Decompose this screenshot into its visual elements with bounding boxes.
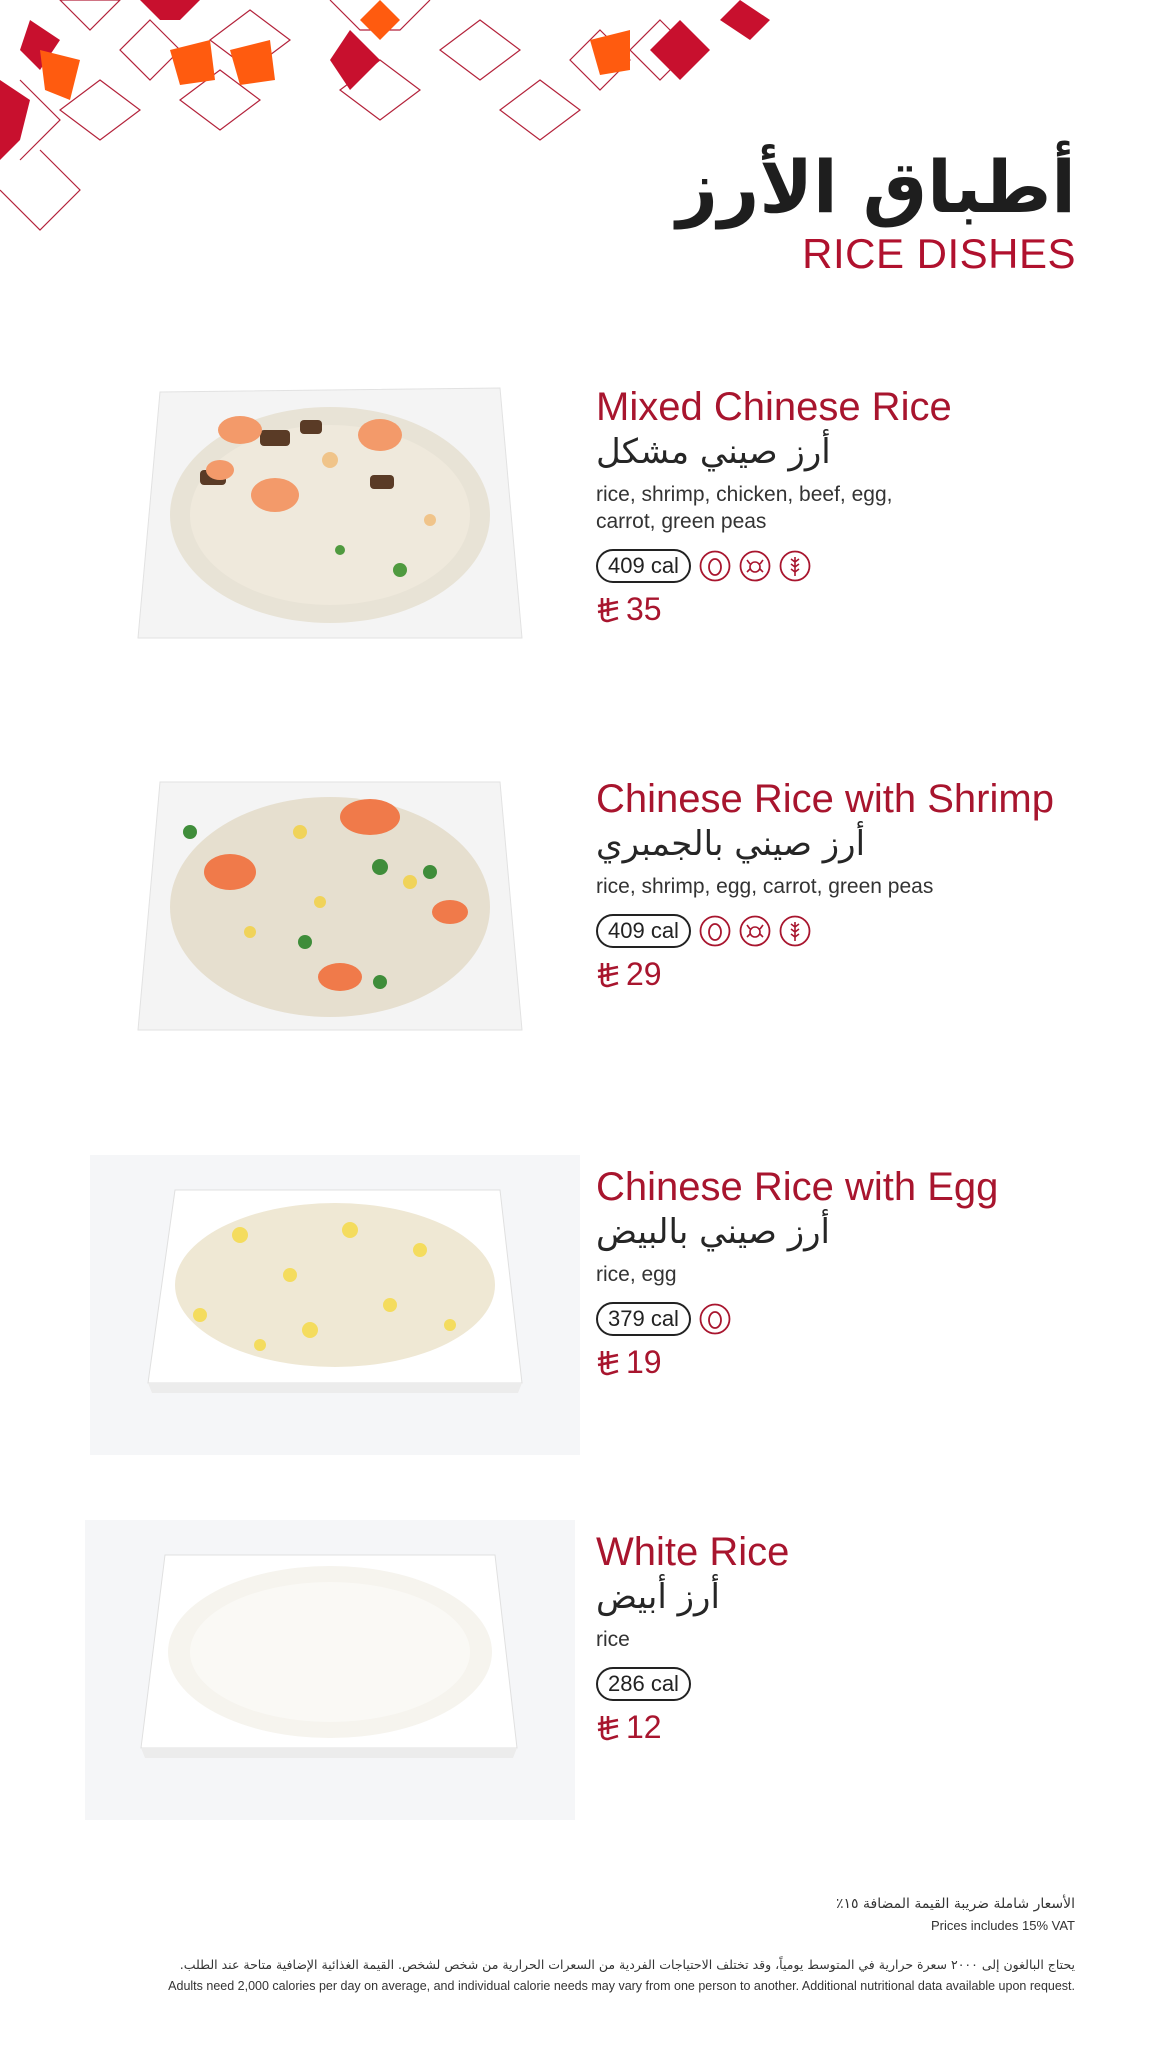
item-description: rice — [596, 1628, 630, 1651]
menu-item[interactable]: Chinese Rice with Egg أرز صيني بالبيض ri… — [0, 1155, 1151, 1485]
page-heading: أطباق الأرز RICE DISHES — [676, 145, 1076, 278]
menu-item[interactable]: White Rice أرز أبيض rice 286 cal 12 — [0, 1520, 1151, 1850]
vat-note-arabic: الأسعار شاملة ضريبة القيمة المضافة ١٥٪ — [835, 1896, 1075, 1912]
calorie-badge: 409 cal — [596, 549, 691, 583]
egg-allergen-icon — [699, 915, 731, 947]
heading-english: RICE DISHES — [802, 229, 1076, 277]
calorie-badge: 286 cal — [596, 1667, 691, 1701]
riyal-symbol-icon — [597, 597, 619, 622]
item-name-arabic: أرز صيني بالجمبري — [596, 824, 866, 864]
riyal-symbol-icon — [597, 1715, 619, 1740]
item-name-english: Chinese Rice with Shrimp — [596, 777, 1054, 821]
item-name-english: White Rice — [596, 1530, 790, 1574]
item-price: 19 — [596, 1344, 1096, 1381]
price-value: 29 — [626, 956, 662, 992]
item-name-english: Chinese Rice with Egg — [596, 1165, 999, 1209]
gluten-allergen-icon — [779, 915, 811, 947]
rice-with-shrimp-photo — [137, 781, 523, 1031]
vat-note-english: Prices includes 15% VAT — [930, 1918, 1075, 1933]
decorative-pattern — [0, 0, 770, 231]
item-name-arabic: أرز أبيض — [596, 1577, 720, 1617]
item-name-arabic: أرز صيني بالبيض — [596, 1212, 830, 1252]
item-description: rice, egg — [596, 1263, 677, 1286]
menu-item[interactable]: Mixed Chinese Rice أرز صيني مشكل rice, s… — [0, 385, 1151, 705]
item-price: 29 — [596, 956, 1096, 993]
item-name-english: Mixed Chinese Rice — [596, 385, 952, 429]
price-value: 19 — [626, 1344, 662, 1380]
egg-allergen-icon — [699, 1303, 731, 1335]
calorie-note-arabic: يحتاج البالغون إلى ٢٠٠٠ سعرة حرارية في ا… — [179, 1957, 1075, 1972]
price-value: 35 — [626, 591, 662, 627]
rice-with-egg-photo — [90, 1155, 580, 1455]
calorie-note-english: Adults need 2,000 calories per day on av… — [168, 1979, 1075, 1993]
shellfish-allergen-icon — [739, 915, 771, 947]
menu-item[interactable]: Chinese Rice with Shrimp أرز صيني بالجمب… — [0, 777, 1151, 1097]
item-description: rice, shrimp, chicken, beef, egg, carrot… — [596, 483, 893, 533]
riyal-symbol-icon — [597, 962, 619, 987]
rice-with-shrimp-beef-photo — [137, 387, 523, 639]
riyal-symbol-icon — [597, 1350, 619, 1375]
white-rice-photo — [85, 1520, 575, 1820]
price-value: 12 — [626, 1709, 662, 1745]
heading-arabic: أطباق الأرز — [676, 145, 1076, 229]
calorie-badge: 409 cal — [596, 914, 691, 948]
gluten-allergen-icon — [779, 550, 811, 582]
item-description: rice, shrimp, egg, carrot, green peas — [596, 875, 934, 898]
calorie-badge: 379 cal — [596, 1302, 691, 1336]
item-name-arabic: أرز صيني مشكل — [596, 432, 831, 472]
item-price: 12 — [596, 1709, 1096, 1746]
item-price: 35 — [596, 591, 1096, 628]
egg-allergen-icon — [699, 550, 731, 582]
shellfish-allergen-icon — [739, 550, 771, 582]
